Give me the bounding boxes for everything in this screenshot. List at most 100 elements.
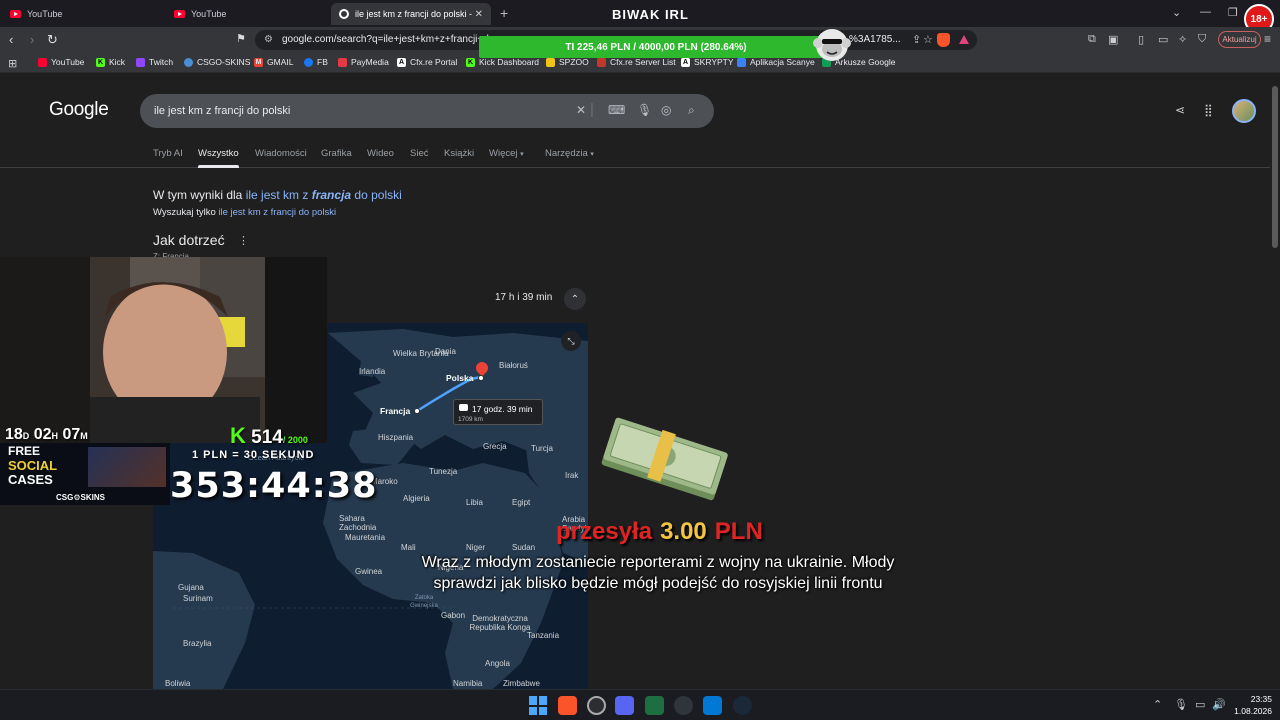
back-button[interactable]: ‹ bbox=[9, 32, 13, 47]
search-icon[interactable]: ⌕ bbox=[688, 103, 695, 118]
tab-web[interactable]: Sieć bbox=[410, 148, 428, 159]
google-logo[interactable]: Google bbox=[49, 99, 109, 121]
new-tab-button[interactable]: + bbox=[500, 5, 508, 21]
obs-icon[interactable] bbox=[674, 696, 693, 715]
bookmark-aplikacja-scanye[interactable]: Aplikacja Scanye bbox=[737, 57, 815, 67]
tab-news[interactable]: Wiadomości bbox=[255, 148, 307, 159]
donation-message: Wraz z młodym zostaniecie reporterami z … bbox=[421, 554, 895, 592]
bookmark-cfx-portal[interactable]: A Cfx.re Portal bbox=[397, 57, 457, 67]
bookmark-icon[interactable]: ⚑ bbox=[236, 32, 246, 45]
bookmark-skrypty[interactable]: A SKRYPTY bbox=[681, 57, 734, 67]
volume-icon[interactable]: 🔊 bbox=[1212, 698, 1226, 711]
search-query[interactable]: ile jest km z francji do polski bbox=[154, 105, 290, 117]
reload-button[interactable]: ↻ bbox=[47, 32, 58, 48]
original-query-link[interactable]: ile jest km z francji do polski bbox=[218, 207, 336, 218]
brave-shields-icon[interactable] bbox=[937, 33, 950, 47]
microphone-icon[interactable]: 🎙 bbox=[637, 103, 652, 117]
divider: | bbox=[590, 101, 594, 118]
tab-youtube-2[interactable]: YouTube bbox=[174, 3, 334, 25]
keyboard-icon[interactable]: ⌨ bbox=[608, 103, 625, 117]
wallet-icon[interactable]: ▭ bbox=[1158, 33, 1168, 46]
google-apps-icon[interactable]: ⣿ bbox=[1204, 103, 1213, 117]
donation-currency: PLN bbox=[714, 518, 763, 545]
bookmark-spzoo[interactable]: SPZOO bbox=[546, 57, 589, 67]
map-label: Hiszpania bbox=[378, 433, 414, 442]
map-label: Dania bbox=[435, 347, 456, 356]
sidebar-icon[interactable]: ▯ bbox=[1138, 33, 1144, 46]
screenshot-icon[interactable]: ▣ bbox=[1108, 33, 1118, 46]
bookmark-csgo-skins[interactable]: CSGO-SKINS bbox=[184, 57, 250, 67]
more-options-icon[interactable]: ⋮ bbox=[238, 234, 249, 247]
scroll-thumb[interactable] bbox=[1272, 86, 1278, 248]
taskbar: ⌃ 🎙 ▭ 🔊 23:35 1.08.2026 bbox=[0, 689, 1280, 720]
bookmark-cfx-server-list[interactable]: Cfx.re Server List bbox=[597, 57, 676, 67]
clear-search-icon[interactable]: ✕ bbox=[576, 103, 586, 117]
lens-icon[interactable]: ◎ bbox=[661, 103, 671, 117]
monkey-logo-icon bbox=[813, 29, 851, 61]
kick-follower-counter: K 514/ 2000 bbox=[230, 423, 308, 448]
forward-button[interactable]: › bbox=[30, 32, 34, 47]
star-icon[interactable]: ☆ bbox=[923, 33, 933, 46]
bookmark-kick-dashboard[interactable]: K Kick Dashboard bbox=[466, 57, 539, 67]
restore-button[interactable]: ❐ bbox=[1228, 6, 1238, 19]
bookmark-paymedia[interactable]: PayMedia bbox=[338, 57, 389, 67]
tab-more[interactable]: Więcej ▾ bbox=[489, 148, 524, 159]
vscode-icon[interactable] bbox=[703, 696, 722, 715]
microphone-icon[interactable]: 🎙 bbox=[1174, 698, 1188, 711]
kick-icon: K bbox=[96, 57, 105, 67]
page-scrollbar[interactable] bbox=[1270, 74, 1280, 689]
close-tab-icon[interactable]: ✕ bbox=[475, 9, 483, 20]
tab-youtube-1[interactable]: YouTube bbox=[10, 3, 170, 25]
subathon-rate: 1 PLN = 30 SEKUND bbox=[192, 449, 315, 461]
excel-icon[interactable] bbox=[645, 696, 664, 715]
steam-icon[interactable] bbox=[733, 696, 752, 715]
tab-label: ile jest km z francji do polski - Sz bbox=[355, 9, 473, 19]
kick-icon: K bbox=[230, 423, 246, 448]
brave-rewards-icon[interactable] bbox=[959, 35, 969, 44]
facebook-icon bbox=[304, 57, 313, 67]
minimize-button[interactable]: — bbox=[1200, 6, 1211, 18]
bookmark-youtube[interactable]: YouTube bbox=[38, 57, 84, 67]
collapse-icon[interactable]: ⌃ bbox=[564, 288, 586, 310]
corrected-query-link[interactable]: ile jest km z francja do polski bbox=[246, 188, 402, 202]
tab-videos[interactable]: Wideo bbox=[367, 148, 394, 159]
tab-all[interactable]: Wszystko bbox=[198, 148, 239, 159]
bookmark-gmail[interactable]: M GMAIL bbox=[254, 57, 293, 67]
route-info-card[interactable]: 17 godz. 39 min 1709 km bbox=[453, 399, 543, 425]
start-button[interactable] bbox=[529, 696, 548, 715]
site-settings-icon[interactable]: ⚙ bbox=[264, 34, 273, 45]
tab-google-search[interactable]: ile jest km z francji do polski - Sz ✕ bbox=[331, 3, 491, 25]
display-icon[interactable]: ▭ bbox=[1195, 698, 1205, 711]
share-icon[interactable]: ⋖ bbox=[1175, 103, 1185, 117]
subathon-timer: 353:44:38 bbox=[170, 466, 378, 506]
tab-search-icon[interactable]: ⌄ bbox=[1172, 6, 1181, 19]
apps-grid-icon[interactable]: ⊞ bbox=[8, 57, 17, 70]
expand-map-icon[interactable]: ⤡ bbox=[561, 331, 581, 351]
tab-tools[interactable]: Narzędzia ▾ bbox=[545, 148, 594, 159]
url-tail: %3A1785... bbox=[849, 34, 901, 45]
tray-overflow-icon[interactable]: ⌃ bbox=[1153, 698, 1162, 711]
bookmark-kick[interactable]: K Kick bbox=[96, 57, 125, 67]
vpn-icon[interactable]: ⛉ bbox=[1198, 33, 1206, 46]
avatar[interactable] bbox=[1232, 99, 1256, 123]
discord-icon[interactable] bbox=[615, 696, 634, 715]
menu-icon[interactable]: ≡ bbox=[1264, 32, 1271, 46]
tab-images[interactable]: Grafika bbox=[321, 148, 352, 159]
brave-browser-icon[interactable] bbox=[558, 696, 577, 715]
share-icon[interactable]: ⇪ bbox=[912, 33, 921, 46]
bookmark-twitch[interactable]: Twitch bbox=[136, 57, 173, 67]
kick-icon: K bbox=[466, 57, 475, 67]
active-tab-indicator bbox=[198, 165, 239, 168]
extensions-icon[interactable]: ⧉ bbox=[1088, 33, 1096, 46]
leo-ai-icon[interactable]: ✧ bbox=[1178, 33, 1187, 46]
system-clock[interactable]: 23:35 1.08.2026 bbox=[1232, 693, 1272, 717]
caret-down-icon: ▾ bbox=[520, 151, 524, 158]
bookmark-fb[interactable]: FB bbox=[304, 57, 328, 67]
map-label: Zimbabwe bbox=[503, 679, 540, 688]
tab-books[interactable]: Książki bbox=[444, 148, 474, 159]
app-icon[interactable] bbox=[587, 696, 606, 715]
update-button[interactable]: Aktualizuj bbox=[1218, 31, 1261, 48]
search-box[interactable]: ile jest km z francji do polski ✕ | ⌨ 🎙 … bbox=[140, 94, 714, 128]
tab-ai-mode[interactable]: Tryb AI bbox=[153, 148, 183, 159]
sponsor-line: CASES bbox=[8, 472, 53, 487]
